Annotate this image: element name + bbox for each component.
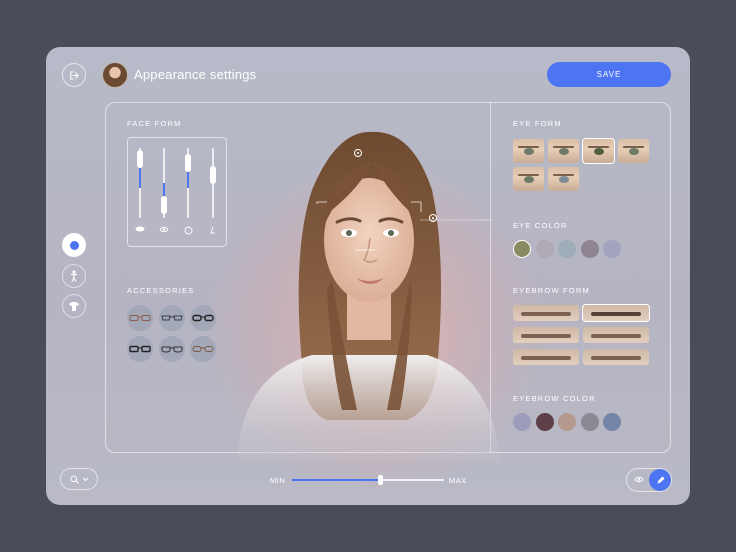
pencil-icon xyxy=(656,476,665,485)
sidebar-item-body[interactable] xyxy=(62,264,86,288)
glasses-icon xyxy=(161,345,183,353)
chevron-down-icon xyxy=(82,477,89,482)
eye-form-option-6[interactable] xyxy=(548,167,579,191)
eye-color-swatch-3[interactable] xyxy=(558,240,576,258)
hair-hotspot[interactable] xyxy=(354,149,362,157)
glasses-option-3[interactable] xyxy=(190,305,216,331)
view-mode-button[interactable] xyxy=(633,474,645,486)
eye-color-swatch-2[interactable] xyxy=(536,240,554,258)
nose-icon xyxy=(208,226,218,234)
glasses-icon xyxy=(192,314,214,322)
glasses-option-6[interactable] xyxy=(190,336,216,362)
face-form-sliders xyxy=(127,137,227,247)
eyebrow-color-swatch-5[interactable] xyxy=(603,413,621,431)
face-form-label: FACE FORM xyxy=(127,119,182,128)
portrait-preview xyxy=(232,130,502,460)
range-min-label: MIN xyxy=(270,476,285,485)
tshirt-icon xyxy=(68,301,80,312)
eyebrow-form-option-6[interactable] xyxy=(583,349,649,365)
eyebrow-form-option-4[interactable] xyxy=(583,327,649,343)
chin-icon xyxy=(183,226,193,234)
avatar[interactable] xyxy=(102,62,128,88)
eye-form-option-4[interactable] xyxy=(618,139,649,163)
eye-form-option-2[interactable] xyxy=(548,139,579,163)
page-title: Appearance settings xyxy=(134,67,256,82)
intensity-slider[interactable] xyxy=(292,479,444,481)
glasses-icon xyxy=(161,314,183,322)
eye-form-option-5[interactable] xyxy=(513,167,544,191)
eye-color-swatch-5[interactable] xyxy=(603,240,621,258)
app-window: Appearance settings SAVE FACE FORM xyxy=(46,47,690,505)
glasses-option-5[interactable] xyxy=(159,336,185,362)
eyebrow-color-swatch-1[interactable] xyxy=(513,413,531,431)
eye-form-option-1[interactable] xyxy=(513,139,544,163)
zoom-dropdown[interactable] xyxy=(60,468,98,490)
glasses-option-4[interactable] xyxy=(127,336,153,362)
eye-color-swatch-1[interactable] xyxy=(513,240,531,258)
range-max-label: MAX xyxy=(449,476,467,485)
eye-color-swatch-4[interactable] xyxy=(581,240,599,258)
logout-icon xyxy=(69,70,80,81)
eye-form-option-3[interactable] xyxy=(583,139,614,163)
face-slider-2[interactable] xyxy=(163,148,165,218)
lips-icon xyxy=(135,226,145,234)
face-slider-4[interactable] xyxy=(212,148,214,218)
eye-icon xyxy=(159,226,169,234)
face-slider-1[interactable] xyxy=(139,148,141,218)
face-slider-3[interactable] xyxy=(187,148,189,218)
eyebrow-form-option-3[interactable] xyxy=(513,327,579,343)
eye-color-label: EYE COLOR xyxy=(513,221,568,230)
slider-fill xyxy=(292,479,380,481)
view-edit-toggle[interactable] xyxy=(626,468,672,492)
body-icon xyxy=(69,270,79,282)
eyebrow-color-swatch-2[interactable] xyxy=(536,413,554,431)
glasses-option-2[interactable] xyxy=(159,305,185,331)
eyebrow-form-label: EYEBROW FORM xyxy=(513,286,590,295)
glasses-icon xyxy=(192,345,214,353)
sidebar-item-clothing[interactable] xyxy=(62,294,86,318)
eye-hotspot[interactable] xyxy=(429,214,437,222)
glasses-icon xyxy=(129,345,151,353)
eyebrow-form-option-2[interactable] xyxy=(583,305,649,321)
sidebar-item-face[interactable] xyxy=(62,233,86,257)
glasses-icon xyxy=(129,314,151,322)
eyebrow-form-option-5[interactable] xyxy=(513,349,579,365)
eyebrow-color-label: EYEBROW COLOR xyxy=(513,394,596,403)
eyebrow-color-swatch-3[interactable] xyxy=(558,413,576,431)
eyebrow-form-option-1[interactable] xyxy=(513,305,579,321)
eye-form-label: EYE FORM xyxy=(513,119,562,128)
logout-button[interactable] xyxy=(62,63,86,87)
eye-icon xyxy=(634,476,644,483)
slider-handle[interactable] xyxy=(378,475,383,485)
glasses-option-1[interactable] xyxy=(127,305,153,331)
eyebrow-color-swatch-4[interactable] xyxy=(581,413,599,431)
face-icon xyxy=(70,241,79,250)
accessories-label: ACCESSORIES xyxy=(127,286,194,295)
edit-mode-button[interactable] xyxy=(649,469,671,491)
save-button[interactable]: SAVE xyxy=(547,62,671,87)
search-icon xyxy=(70,475,79,484)
